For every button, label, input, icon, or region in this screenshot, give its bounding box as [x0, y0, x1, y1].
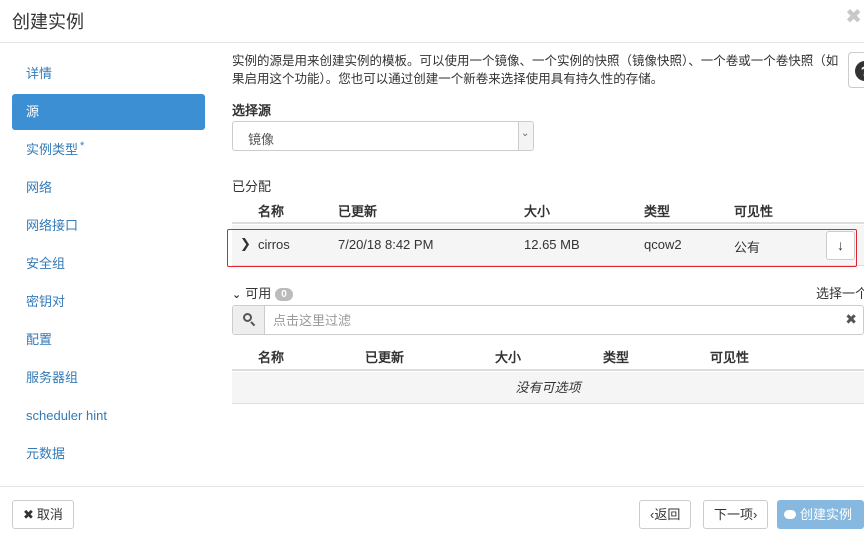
col-size: 大小 — [524, 204, 551, 219]
sidebar-item-server-groups[interactable]: 服务器组 — [12, 360, 205, 396]
close-icon[interactable]: ✖ — [845, 4, 862, 29]
sidebar-item-scheduler-hints[interactable]: scheduler hint — [12, 398, 205, 434]
col-visibility: 可见性 — [710, 350, 750, 365]
select-source-label: 选择源 — [232, 103, 272, 118]
chevron-down-icon: ⌄ — [521, 128, 530, 139]
sidebar-item-security-groups[interactable]: 安全组 — [12, 246, 205, 282]
allocated-table-header: 名称 已更新 大小 类型 可见性 — [232, 196, 864, 224]
col-updated: 已更新 — [365, 350, 405, 365]
sidebar-item-metadata[interactable]: 元数据 — [12, 436, 205, 472]
modal-header: 创建实例 ✖ — [0, 0, 864, 43]
available-count-badge: 0 — [275, 288, 293, 301]
available-table-header: 名称 已更新 大小 类型 可见性 — [232, 342, 864, 371]
help-toggle[interactable]: ? — [848, 52, 864, 88]
source-type-select[interactable]: 镜像 ⌄ — [232, 121, 534, 151]
allocated-label: 已分配 — [232, 179, 272, 194]
chevron-down-icon: ⌄ — [232, 289, 242, 301]
col-visibility: 可见性 — [734, 204, 774, 219]
sidebar-item-network-ports[interactable]: 网络接口 — [12, 208, 205, 244]
available-toggle[interactable]: ⌄ 可用 0 — [232, 283, 293, 302]
col-size: 大小 — [495, 350, 522, 365]
launch-instance-button[interactable]: 创建实例 — [777, 500, 864, 529]
col-updated: 已更新 — [338, 204, 378, 219]
wizard-sidebar: 详情 源 实例类型 * 网络 网络接口 安全组 密钥对 配置 服务器组 sched… — [12, 56, 205, 474]
sidebar-item-source[interactable]: 源 — [12, 94, 205, 130]
source-type-value: 镜像 — [248, 132, 275, 147]
source-step-content: 实例的源是用来创建实例的模板。可以使用一个镜像、一个实例的快照（镜像快照）、一个… — [232, 52, 864, 88]
col-type: 类型 — [644, 204, 671, 219]
selection-highlight — [227, 229, 857, 267]
col-name: 名称 — [258, 204, 285, 219]
sidebar-item-details[interactable]: 详情 — [12, 56, 205, 92]
close-icon: ✖ — [23, 507, 34, 522]
search-icon — [243, 313, 256, 327]
sidebar-item-networks[interactable]: 网络 — [12, 170, 205, 206]
cloud-upload-icon — [784, 510, 796, 519]
empty-table-message: 没有可选项 — [232, 372, 864, 404]
modal-title: 创建实例 — [12, 12, 84, 32]
filter-input[interactable] — [271, 310, 831, 330]
arrow-down-icon: ↓ — [837, 237, 844, 253]
sidebar-item-configuration[interactable]: 配置 — [12, 322, 205, 358]
source-help-text: 实例的源是用来创建实例的模板。可以使用一个镜像、一个实例的快照（镜像快照）、一个… — [232, 54, 839, 86]
cancel-button[interactable]: ✖ 取消 — [12, 500, 74, 529]
question-icon: ? — [855, 61, 864, 81]
select-one-hint: 选择一个 — [816, 286, 864, 301]
deallocate-button[interactable]: ↓ — [826, 231, 855, 260]
clear-filter-icon[interactable]: ✖ — [845, 311, 857, 328]
back-button[interactable]: ‹返回 — [639, 500, 692, 529]
sidebar-item-key-pair[interactable]: 密钥对 — [12, 284, 205, 320]
col-type: 类型 — [603, 350, 630, 365]
sidebar-item-flavor[interactable]: 实例类型 * — [12, 132, 205, 168]
required-indicator: * — [80, 140, 85, 152]
next-button[interactable]: 下一项› — [703, 500, 769, 529]
col-name: 名称 — [258, 350, 285, 365]
filter-bar: ✖ — [232, 305, 864, 335]
